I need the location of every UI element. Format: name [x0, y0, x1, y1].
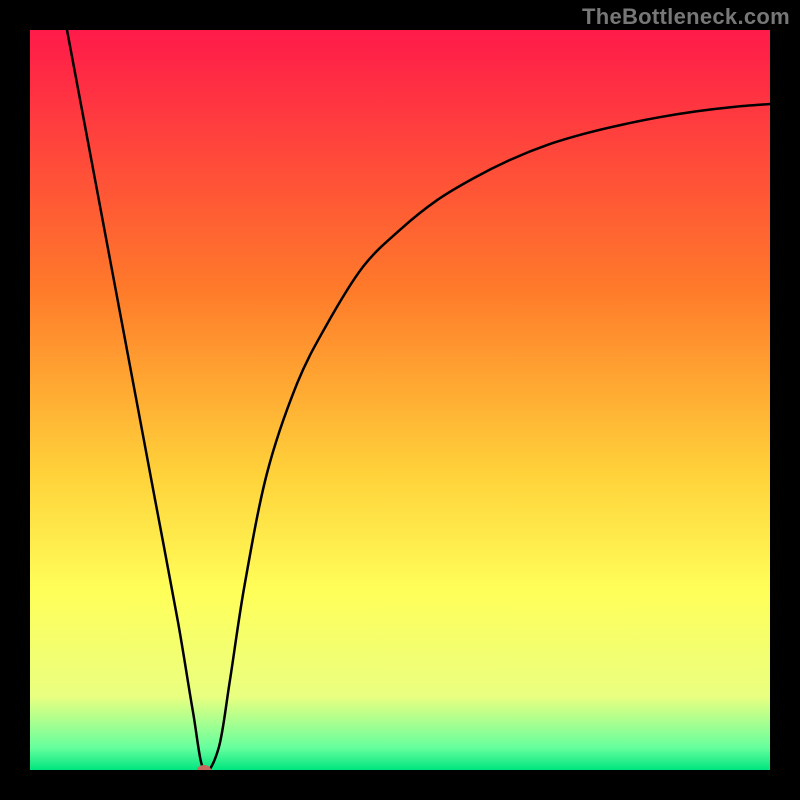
- watermark-text: TheBottleneck.com: [582, 4, 790, 30]
- bottleneck-curve: [67, 30, 770, 770]
- plot-area: [30, 30, 770, 770]
- minimum-marker: [197, 765, 211, 770]
- curve-layer: [30, 30, 770, 770]
